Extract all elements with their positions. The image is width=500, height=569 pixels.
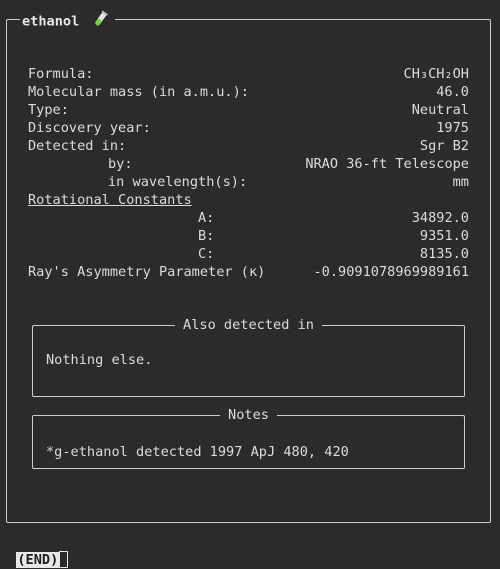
rotational-b-label: B: [198, 228, 215, 244]
detected-in-value: Sgr B2 [419, 138, 469, 154]
rotational-heading-row: Rotational Constants [28, 191, 469, 209]
mass-label: Molecular mass (in a.m.u.): [28, 84, 249, 100]
rotational-c-value: 8135.0 [419, 246, 469, 262]
wavelength-label: in wavelength(s): [108, 174, 248, 190]
detected-by-value: NRAO 36-ft Telescope [305, 156, 469, 172]
detected-by-label: by: [108, 156, 133, 172]
detected-by-row: by: NRAO 36-ft Telescope [28, 155, 469, 173]
also-detected-text: Nothing else. [46, 352, 153, 368]
notes-box: Notes *g-ethanol detected 1997 ApJ 480, … [32, 407, 465, 469]
formula-row: Formula: CH₃CH₂OH [28, 65, 469, 83]
formula-label: Formula: [28, 66, 94, 82]
test-tube-icon [91, 10, 109, 33]
rotational-c-label: C: [198, 246, 215, 262]
pager-status: (END) [0, 533, 69, 568]
mass-row: Molecular mass (in a.m.u.): 46.0 [28, 83, 469, 101]
asymmetry-row: Ray's Asymmetry Parameter (κ) -0.9091078… [28, 263, 469, 281]
wavelength-row: in wavelength(s): mm [28, 173, 469, 191]
formula-value: CH₃CH₂OH [403, 66, 469, 82]
rotational-b-value: 9351.0 [419, 228, 469, 244]
discovery-year-row: Discovery year: 1975 [28, 119, 469, 137]
rotational-heading: Rotational Constants [28, 192, 192, 208]
detected-in-label: Detected in: [28, 138, 127, 154]
rotational-a-label: A: [198, 210, 215, 226]
discovery-year-value: 1975 [436, 120, 469, 136]
type-label: Type: [28, 102, 69, 118]
detected-in-row: Detected in: Sgr B2 [28, 137, 469, 155]
molecule-name: ethanol [22, 13, 80, 30]
type-row: Type: Neutral [28, 101, 469, 119]
asymmetry-value: -0.9091078969989161 [313, 264, 470, 280]
wavelength-value: mm [452, 174, 469, 190]
rotational-b-row: B: 9351.0 [28, 227, 469, 245]
mass-value: 46.0 [436, 84, 469, 100]
rotational-c-row: C: 8135.0 [28, 245, 469, 263]
notes-title: Notes [33, 406, 464, 424]
end-indicator: (END) [16, 552, 60, 568]
also-detected-title: Also detected in [33, 316, 464, 334]
discovery-year-label: Discovery year: [28, 120, 151, 136]
rotational-a-value: 34892.0 [411, 210, 469, 226]
rotational-a-row: A: 34892.0 [28, 209, 469, 227]
also-detected-box: Also detected in Nothing else. [32, 317, 465, 397]
type-value: Neutral [411, 102, 469, 118]
notes-text: *g-ethanol detected 1997 ApJ 480, 420 [46, 444, 349, 460]
asymmetry-label: Ray's Asymmetry Parameter (κ) [28, 264, 266, 280]
panel-title: ethanol [20, 10, 116, 33]
